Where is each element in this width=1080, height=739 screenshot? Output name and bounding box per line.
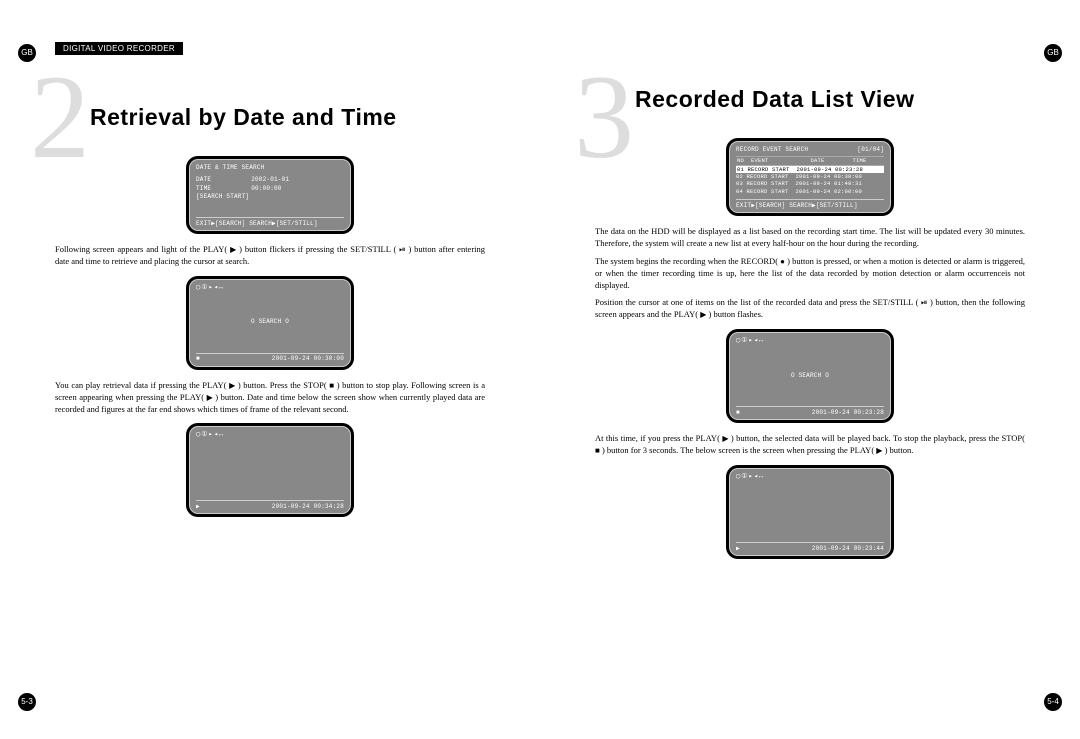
left-para1-a: Following screen appears and light of th… <box>55 244 227 254</box>
screen3-timestamp: 2001-09-24 00:34:28 <box>272 503 344 511</box>
event-header-right: [01/04] <box>857 146 884 154</box>
event-header-left: RECORD EVENT SEARCH <box>736 146 808 154</box>
right-para4-a: At this time, if you press the PLAY( <box>595 433 720 443</box>
screen1-title: DATE & TIME SEARCH <box>196 164 344 172</box>
left-para2-a: You can play retrieval data if pressing … <box>55 380 227 390</box>
left-content: DATE & TIME SEARCH DATE 2002-01-01 TIME … <box>55 156 485 517</box>
rscreen2-center: O SEARCH O <box>726 372 894 380</box>
rscreen3-timestamp: 2001-09-24 00:23:44 <box>812 545 884 553</box>
stop-icon: ■ <box>329 380 334 391</box>
screen-date-time-search: DATE & TIME SEARCH DATE 2002-01-01 TIME … <box>186 156 354 234</box>
page-right: GB 3 Recorded Data List View RECORD EVEN… <box>540 0 1080 739</box>
right-para-2: The system begins the recording when the… <box>595 256 1025 292</box>
screen-right-play: ◯①▸◂↔ ▶ 2001-09-24 00:23:44 <box>726 465 894 559</box>
screen3-icons: ◯①▸◂↔ <box>196 431 344 441</box>
left-para-1: Following screen appears and light of th… <box>55 244 485 268</box>
rscreen2-icons: ◯①▸◂↔ <box>736 337 884 347</box>
page-number-right: 5-4 <box>1044 693 1062 711</box>
section-title-right: Recorded Data List View <box>635 86 1025 113</box>
right-para4-c: ) button for 3 seconds. The below screen… <box>602 445 874 455</box>
event-row-4: 04 RECORD START 2001-09-24 02:00:00 <box>736 188 884 195</box>
left-para1-b: ) button flickers if pressing the SET/ST… <box>239 244 396 254</box>
screen1-date-label: DATE <box>196 176 211 184</box>
right-content: RECORD EVENT SEARCH [01/04] NO EVENT DAT… <box>595 138 1025 559</box>
screen1-time-value: 00:00:00 <box>251 185 281 193</box>
stop-icon: ■ <box>196 355 200 363</box>
right-para4-b: ) button, the selected data will be play… <box>731 433 1025 443</box>
screen2-icons: ◯①▸◂↔ <box>196 284 344 294</box>
screen2-center: O SEARCH O <box>186 318 354 326</box>
right-para3-c: ) button flashes. <box>708 309 763 319</box>
event-footer: EXIT▶[SEARCH] SEARCH▶[SET/STILL] <box>736 202 858 210</box>
gb-badge-right: GB <box>1044 44 1062 62</box>
play-icon: ▶ <box>700 309 706 320</box>
event-row-3: 03 RECORD START 2001-09-24 01:49:31 <box>736 180 884 187</box>
screen-left-play: ◯①▸◂↔ ▶ 2001-09-24 00:34:28 <box>186 423 354 517</box>
section-number-3: 3 <box>574 48 634 186</box>
screen1-date-value: 2002-01-01 <box>251 176 289 184</box>
right-para3-a: Position the cursor at one of items on t… <box>595 297 918 307</box>
play-icon: ▶ <box>196 503 200 511</box>
right-para-3: Position the cursor at one of items on t… <box>595 297 1025 321</box>
setstill-icon: ⏯ <box>399 244 405 255</box>
right-para-1: The data on the HDD will be displayed as… <box>595 226 1025 250</box>
left-para-2: You can play retrieval data if pressing … <box>55 380 485 416</box>
right-para-4: At this time, if you press the PLAY( ▶ )… <box>595 433 1025 457</box>
screen1-footer: EXIT▶[SEARCH] SEARCH▶[SET/STILL] <box>196 220 318 228</box>
play-icon: ▶ <box>230 244 236 255</box>
play-icon: ▶ <box>736 545 740 553</box>
page-left: GB DIGITAL VIDEO RECORDER 2 Retrieval by… <box>0 0 540 739</box>
section-title-left: Retrieval by Date and Time <box>90 104 485 131</box>
rscreen2-timestamp: 2001-09-24 00:23:28 <box>812 409 884 417</box>
screen-right-search: ◯①▸◂↔ O SEARCH O ■ 2001-09-24 00:23:28 <box>726 329 894 423</box>
screen-left-search: ◯①▸◂↔ O SEARCH O ■ 2001-09-24 00:30:00 <box>186 276 354 370</box>
play-icon: ▶ <box>229 380 235 391</box>
screen1-time-label: TIME <box>196 185 211 193</box>
record-icon: ● <box>780 256 785 267</box>
event-row-2: 02 RECORD START 2001-09-24 00:30:00 <box>736 173 884 180</box>
setstill-icon: ⏯ <box>921 297 927 308</box>
event-col-header: NO EVENT DATE TIME <box>736 156 884 166</box>
play-icon: ▶ <box>876 445 882 456</box>
screen2-timestamp: 2001-09-24 00:30:00 <box>272 355 344 363</box>
play-icon: ▶ <box>722 433 728 444</box>
stop-icon: ■ <box>595 445 600 456</box>
play-icon: ▶ <box>207 392 213 403</box>
page-number-left: 5-3 <box>18 693 36 711</box>
event-row-1: 01 RECORD START 2001-09-24 00:23:28 <box>736 166 884 173</box>
right-para2-a: The system begins the recording when the… <box>595 256 778 266</box>
section-number-2: 2 <box>30 48 90 186</box>
stop-icon: ■ <box>736 409 740 417</box>
rscreen3-icons: ◯①▸◂↔ <box>736 473 884 483</box>
screen-record-event-search: RECORD EVENT SEARCH [01/04] NO EVENT DAT… <box>726 138 894 216</box>
right-para4-d: ) button. <box>885 445 914 455</box>
screen1-search-start: [SEARCH START] <box>196 193 344 201</box>
left-para2-b: ) button. Press the STOP( <box>238 380 327 390</box>
